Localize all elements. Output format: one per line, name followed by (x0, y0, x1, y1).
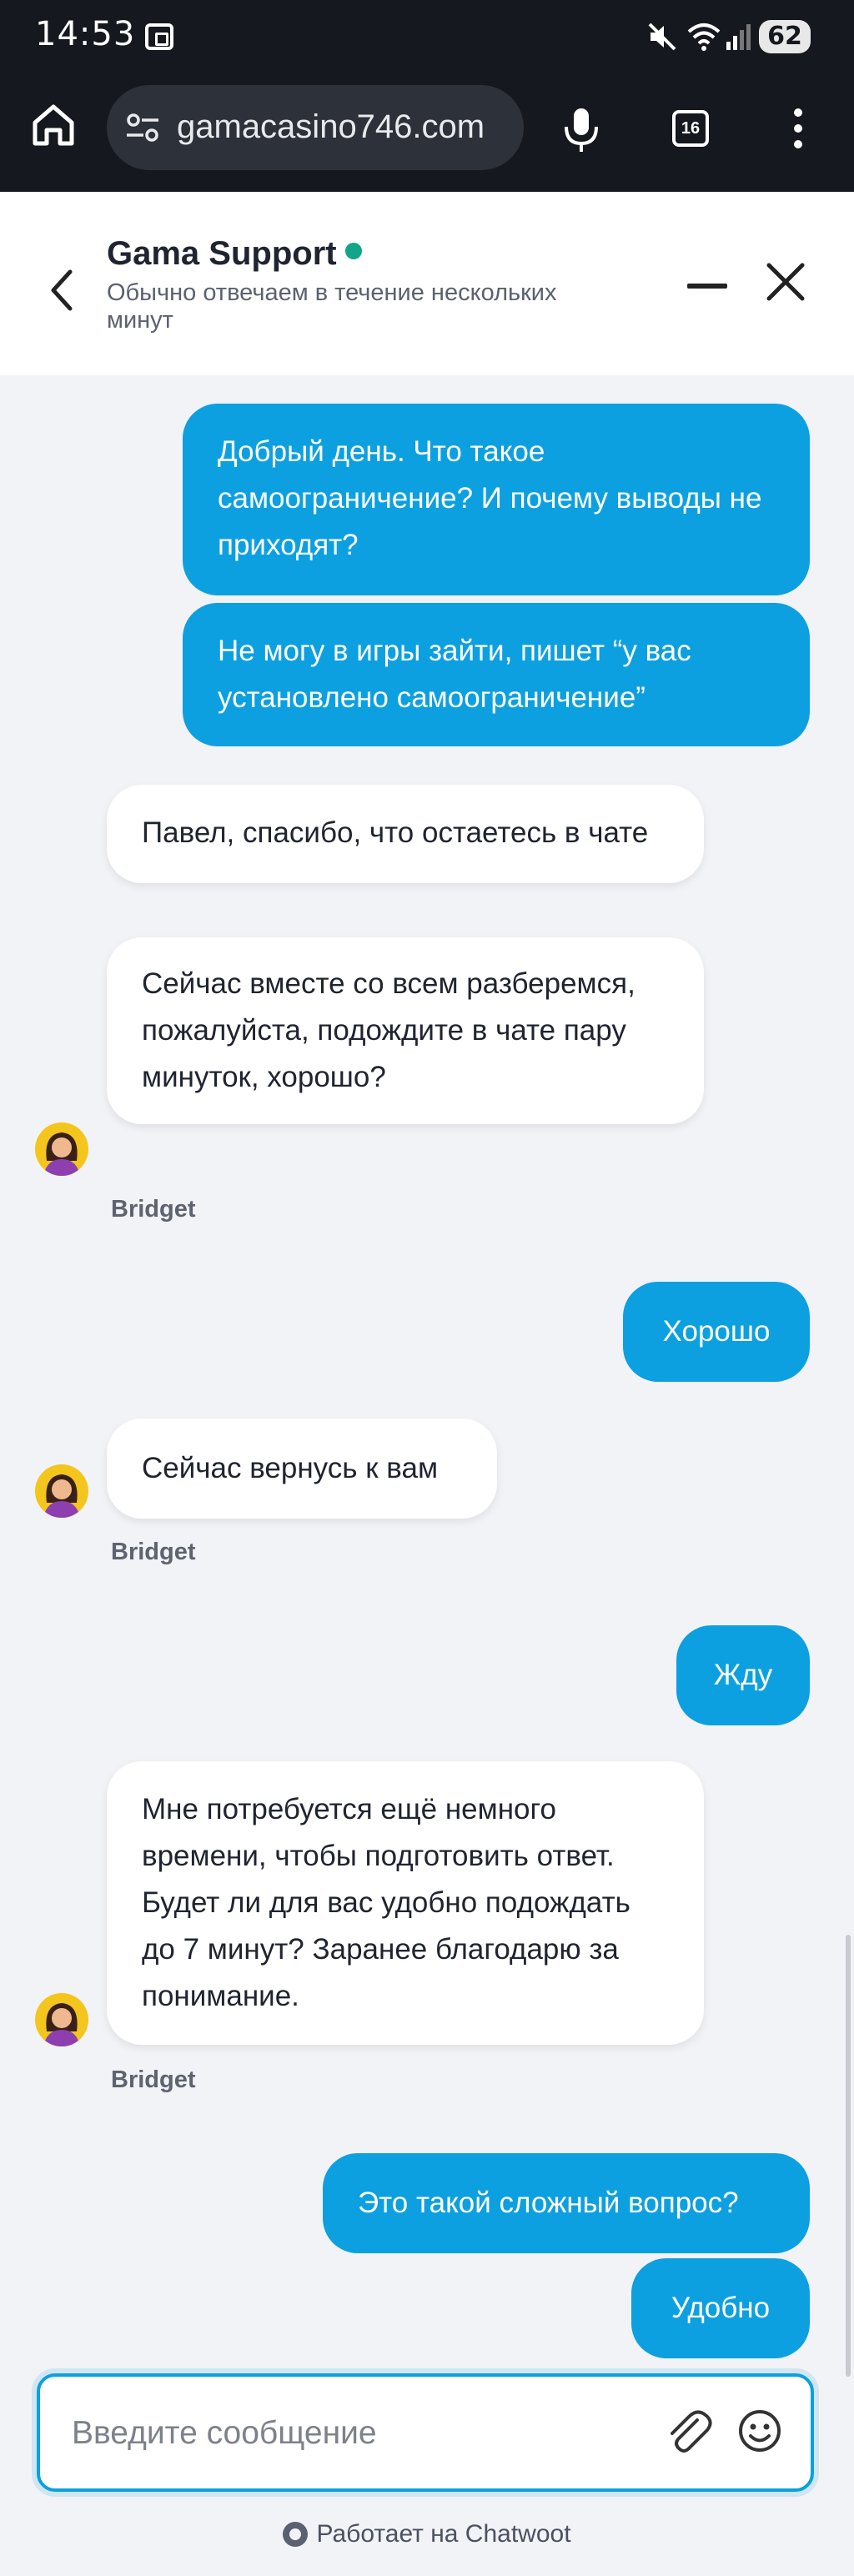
header-title-block: Gama Support Обычно отвечаем в течение н… (107, 235, 640, 334)
url-text: gamacasino746.com (177, 108, 485, 145)
site-settings-icon[interactable] (125, 112, 160, 143)
user-message: Хорошо (623, 1282, 810, 1382)
agent-avatar (35, 1122, 88, 1176)
page-title: Gama Support (107, 235, 337, 272)
message-composer (37, 2373, 814, 2492)
user-message: Добрый день. Что такое самоограничение? … (183, 404, 810, 595)
agent-name: Bridget (111, 2066, 196, 2093)
avatar-image (43, 1132, 80, 1176)
close-icon[interactable] (764, 260, 807, 304)
agent-message: Сейчас вернусь к вам (107, 1419, 497, 1519)
user-message: Удобно (631, 2258, 810, 2358)
chatwoot-icon (283, 2522, 309, 2547)
online-status-dot (344, 243, 362, 259)
wifi-icon (687, 23, 721, 51)
agent-avatar (35, 1993, 88, 2046)
scrollbar[interactable] (846, 1935, 851, 2377)
agent-name: Bridget (111, 1539, 196, 1565)
mic-icon[interactable] (562, 107, 600, 153)
status-bar: 14:53 62 (0, 0, 854, 77)
mute-icon (648, 23, 676, 51)
agent-name: Bridget (111, 1196, 196, 1223)
agent-avatar (35, 1464, 88, 1518)
address-bar[interactable]: gamacasino746.com (107, 85, 524, 170)
header-subtitle: Обычно отвечаем в течение нескольких мин… (107, 279, 557, 334)
avatar-image (43, 2003, 80, 2046)
tabs-icon[interactable]: 16 (672, 110, 709, 147)
powered-by[interactable]: Работает на Chatwoot (0, 2520, 854, 2548)
attach-icon[interactable] (664, 2407, 712, 2458)
status-time: 14:53 (35, 15, 136, 53)
minimize-icon[interactable] (687, 284, 727, 289)
home-icon[interactable] (28, 100, 78, 150)
chat-header: Gama Support Обычно отвечаем в течение н… (0, 192, 854, 375)
user-message: Жду (676, 1625, 810, 1725)
screen-record-icon (145, 23, 173, 50)
browser-chrome: 14:53 62 gamacasino746.com 16 (0, 0, 854, 192)
user-message: Это такой сложный вопрос? (323, 2153, 810, 2253)
agent-message: Павел, спасибо, что остаетесь в чате (107, 785, 704, 883)
emoji-icon[interactable] (737, 2408, 782, 2453)
browser-toolbar: gamacasino746.com 16 (0, 77, 854, 192)
battery-indicator: 62 (759, 20, 811, 53)
back-icon[interactable] (43, 265, 80, 315)
more-vert-icon[interactable] (792, 108, 804, 152)
message-input[interactable] (72, 2408, 656, 2458)
powered-by-label: Работает на Chatwoot (316, 2520, 571, 2548)
signal-icon (726, 24, 751, 50)
agent-message: Мне потребуется ещё немного времени, что… (107, 1761, 704, 2045)
agent-message: Сейчас вместе со всем разберемся, пожалу… (107, 937, 704, 1124)
avatar-image (43, 1474, 80, 1518)
user-message: Не могу в игры зайти, пишет “у вас устан… (183, 603, 810, 746)
